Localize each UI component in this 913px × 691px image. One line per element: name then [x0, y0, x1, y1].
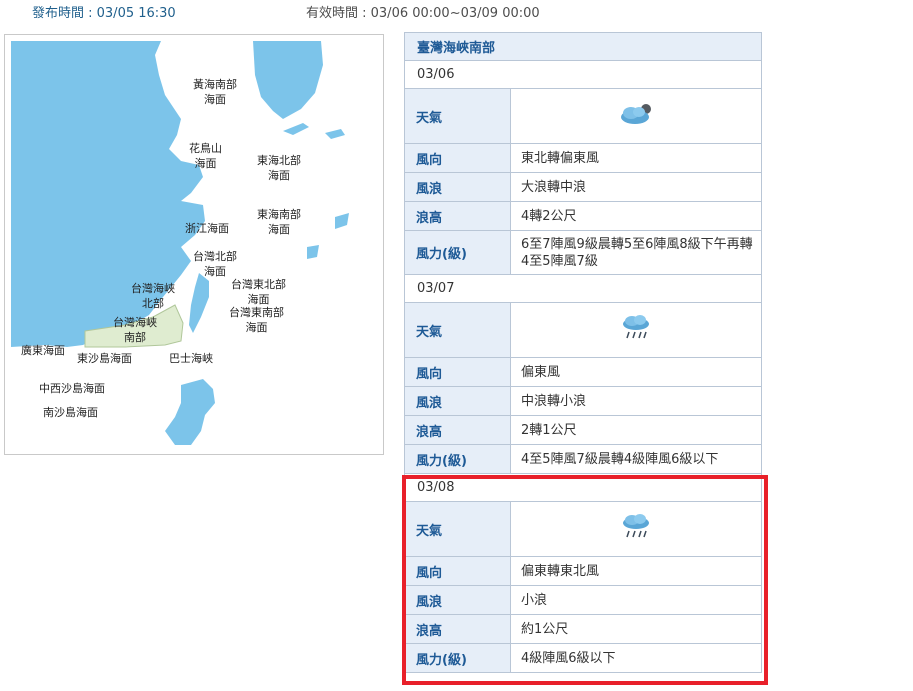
map-label-guangdong: 廣東海面 — [21, 344, 65, 357]
wave-value: 中浪轉小浪 — [510, 386, 762, 416]
map-label-taiwan-north: 台灣北部 海面 — [193, 250, 237, 278]
wind-direction-label: 風向 — [404, 143, 511, 173]
date-row: 03/07 — [404, 274, 762, 303]
wave-height-value: 4轉2公尺 — [510, 201, 762, 231]
header-bar: 發布時間 : 03/05 16:30 有效時間 : 03/06 00:00~03… — [0, 0, 913, 22]
wind-direction-value: 東北轉偏東風 — [510, 143, 762, 173]
china-sea-shape — [11, 41, 205, 347]
wind-direction-value: 偏東轉東北風 — [510, 556, 762, 586]
map-label-xisha: 中西沙島海面 — [39, 382, 105, 395]
valid-time: 有效時間 : 03/06 00:00~03/09 00:00 — [306, 6, 540, 21]
taiwan-island-shape — [189, 273, 209, 333]
map-label-yellow-sea-south: 黃海南部 海面 — [193, 78, 237, 106]
wind-force-label: 風力(級) — [404, 643, 511, 673]
wind-force-label: 風力(級) — [404, 230, 511, 275]
map-label-taiwan-strait-south: 台灣海峽 南部 — [113, 316, 157, 344]
luzon-shape — [165, 379, 215, 445]
wave-height-label: 浪高 — [404, 614, 511, 644]
sea-area-map: 黃海南部 海面 花鳥山 海面 東海北部 海面 東海南部 海面 浙江海面 台灣北部… — [4, 34, 384, 455]
map-label-taiwan-strait-north: 台灣海峽 北部 — [131, 282, 175, 310]
map-label-east-china-sea-north: 東海北部 海面 — [257, 154, 301, 182]
weather-cell — [510, 501, 762, 557]
cloudy-icon — [621, 104, 651, 124]
wave-label: 風浪 — [404, 386, 511, 416]
weather-label: 天氣 — [404, 501, 511, 557]
forecast-table: 臺灣海峽南部 03/06 天氣 風向 東北轉偏東風 風浪 大浪轉中浪 浪高 4轉… — [404, 32, 762, 673]
korea-sea-shape — [253, 41, 323, 119]
wind-direction-label: 風向 — [404, 357, 511, 387]
wave-value: 小浪 — [510, 585, 762, 615]
weather-cell — [510, 88, 762, 144]
date-row: 03/06 — [404, 60, 762, 89]
map-label-bashi-channel: 巴士海峽 — [169, 352, 213, 365]
issued-time: 發布時間 : 03/05 16:30 — [32, 6, 176, 21]
wind-force-value: 6至7陣風9級晨轉5至6陣風8級下午再轉4至5陣風7級 — [510, 230, 762, 275]
map-label-taiwan-northeast: 台灣東北部 海面 — [231, 278, 286, 306]
wave-height-label: 浪高 — [404, 415, 511, 445]
map-label-taiwan-southeast: 台灣東南部 海面 — [229, 306, 284, 334]
map-label-dongsha: 東沙島海面 — [77, 352, 132, 365]
map-label-east-china-sea-south: 東海南部 海面 — [257, 208, 301, 236]
wind-direction-label: 風向 — [404, 556, 511, 586]
wave-height-value: 2轉1公尺 — [510, 415, 762, 445]
wind-force-label: 風力(級) — [404, 444, 511, 474]
wind-direction-value: 偏東風 — [510, 357, 762, 387]
map-label-nansha: 南沙島海面 — [43, 406, 98, 419]
forecast-title: 臺灣海峽南部 — [404, 32, 762, 61]
rain-icon — [623, 514, 649, 538]
island-shape — [283, 123, 309, 135]
wind-force-value: 4級陣風6級以下 — [510, 643, 762, 673]
wave-label: 風浪 — [404, 585, 511, 615]
island-shape — [335, 213, 349, 229]
weather-label: 天氣 — [404, 88, 511, 144]
map-label-huaniao: 花鳥山 海面 — [189, 142, 222, 170]
wave-height-value: 約1公尺 — [510, 614, 762, 644]
date-row: 03/08 — [404, 473, 762, 502]
island-shape — [307, 245, 319, 259]
wave-label: 風浪 — [404, 172, 511, 202]
wind-force-value: 4至5陣風7級晨轉4級陣風6級以下 — [510, 444, 762, 474]
weather-cell — [510, 302, 762, 358]
weather-label: 天氣 — [404, 302, 511, 358]
island-shape — [325, 129, 345, 139]
wave-value: 大浪轉中浪 — [510, 172, 762, 202]
wave-height-label: 浪高 — [404, 201, 511, 231]
map-label-zhejiang: 浙江海面 — [185, 222, 229, 235]
rain-icon — [623, 315, 649, 339]
